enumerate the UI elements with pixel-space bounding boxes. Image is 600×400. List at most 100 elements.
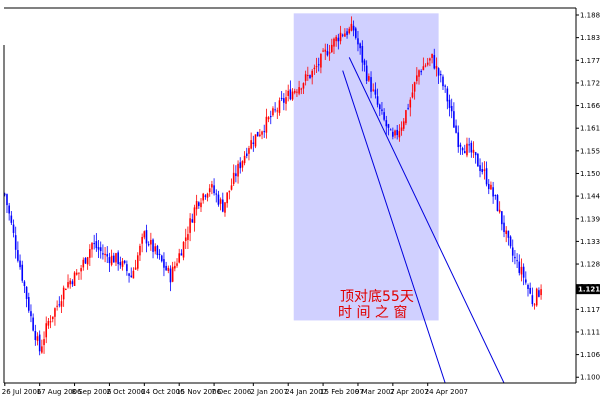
candle-body xyxy=(75,272,78,275)
candle-body xyxy=(394,130,396,136)
candle-body xyxy=(17,250,19,261)
candle-body xyxy=(23,281,26,287)
candle-body xyxy=(43,339,45,346)
candle-body xyxy=(136,255,139,269)
candle-body xyxy=(280,97,283,100)
candle-body xyxy=(324,49,327,52)
candle-body xyxy=(263,131,266,133)
candle-body xyxy=(163,259,165,268)
candle-body xyxy=(402,121,405,129)
candle-body xyxy=(289,89,292,100)
candle-body xyxy=(396,129,398,136)
candle-body xyxy=(420,71,422,73)
candle-body xyxy=(65,288,67,290)
candle-body xyxy=(291,91,294,100)
candle-body xyxy=(6,194,8,206)
price-tick-label: 1.1335 xyxy=(580,238,600,246)
candle-body xyxy=(350,23,353,31)
candle-body xyxy=(398,131,401,138)
candle-body xyxy=(302,83,305,89)
candle-body xyxy=(110,255,113,265)
candle-body xyxy=(14,235,17,250)
candle-body xyxy=(49,321,52,323)
candle-body xyxy=(84,257,87,264)
candle-body xyxy=(217,194,220,205)
candle-body xyxy=(117,252,119,265)
candle-body xyxy=(457,132,460,148)
candle-body xyxy=(357,38,359,45)
candle-body xyxy=(505,230,507,234)
date-tick-label: 2 Oct 2006 xyxy=(106,388,145,396)
candle-body xyxy=(47,320,50,326)
candle-body xyxy=(167,267,170,271)
price-tick-label: 1.1005 xyxy=(580,374,600,382)
candle-body xyxy=(522,266,525,278)
candle-body xyxy=(202,193,204,201)
candle-body xyxy=(187,234,189,240)
candle-body xyxy=(498,209,501,213)
candle-body xyxy=(174,265,176,269)
candle-body xyxy=(89,249,91,258)
candle-body xyxy=(141,236,143,244)
candle-body xyxy=(304,74,307,81)
candle-body xyxy=(418,70,420,77)
candle-body xyxy=(145,230,148,244)
candle-body xyxy=(139,245,141,256)
candle-body xyxy=(341,34,344,36)
candle-body xyxy=(368,76,370,81)
candle-body xyxy=(123,260,126,263)
candle-body xyxy=(494,195,497,197)
candle-body xyxy=(490,184,492,190)
candle-body xyxy=(433,55,436,69)
candle-body xyxy=(252,142,255,144)
candle-body xyxy=(359,43,361,49)
candle-body xyxy=(113,255,115,263)
candle-body xyxy=(472,149,475,153)
candle-body xyxy=(228,190,231,193)
candle-body xyxy=(407,107,409,109)
candle-body xyxy=(235,173,237,177)
candle-body xyxy=(348,28,351,34)
candle-body xyxy=(200,202,202,208)
candle-body xyxy=(322,50,324,52)
candle-body xyxy=(82,259,85,268)
candle-body xyxy=(165,265,167,271)
candle-body xyxy=(215,193,218,195)
candle-body xyxy=(485,168,488,185)
candle-body xyxy=(448,99,451,108)
candle-body xyxy=(119,262,122,266)
price-tick-label: 1.1060 xyxy=(580,351,600,359)
candle-body xyxy=(405,110,407,124)
candle-body xyxy=(311,70,313,78)
candle-body xyxy=(97,247,100,250)
candle-body xyxy=(527,284,529,289)
candle-body xyxy=(459,144,462,147)
candle-body xyxy=(219,199,222,204)
price-tick-label: 1.1665 xyxy=(580,102,600,110)
candle-body xyxy=(106,254,109,257)
price-tick-label: 1.1885 xyxy=(580,11,600,19)
candle-body xyxy=(73,272,76,286)
candle-body xyxy=(540,289,542,296)
candle-body xyxy=(143,231,146,238)
candle-body xyxy=(130,275,133,277)
candle-body xyxy=(444,85,446,87)
candle-body xyxy=(71,281,74,285)
candle-body xyxy=(429,58,431,61)
candle-body xyxy=(193,207,196,223)
candle-body xyxy=(470,142,473,153)
candle-body xyxy=(51,316,54,320)
candle-body xyxy=(422,66,425,71)
candle-body xyxy=(365,65,368,81)
candle-body xyxy=(535,288,538,306)
candle-body xyxy=(69,280,71,285)
candle-body xyxy=(538,290,540,297)
candle-body xyxy=(32,317,34,331)
candle-body xyxy=(387,124,390,128)
candle-body xyxy=(86,257,89,265)
candle-body xyxy=(424,65,427,67)
candle-body xyxy=(150,239,152,245)
annotation-line-2: 时 间 之 窗 xyxy=(338,304,407,321)
candle-body xyxy=(38,334,41,352)
candle-body xyxy=(226,192,228,204)
